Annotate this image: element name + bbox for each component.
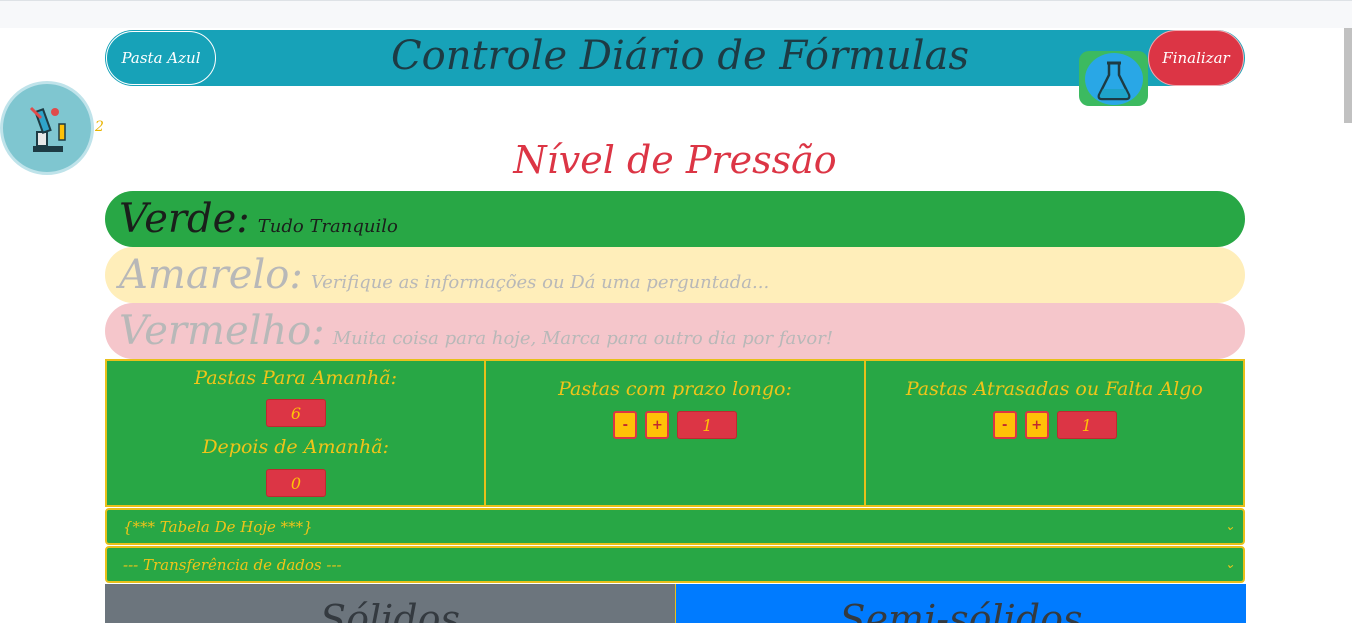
atrasadas-plus-button[interactable]: + xyxy=(1024,411,1049,439)
pasta-azul-button[interactable]: Pasta Azul xyxy=(106,31,216,85)
flask-button[interactable] xyxy=(1079,51,1148,106)
table-select-value: {*** Tabela De Hoje ***} xyxy=(123,517,313,536)
category-solidos-label: Sólidos xyxy=(320,597,460,623)
level-yellow-name: Amarelo: xyxy=(119,252,303,298)
level-green-desc: Tudo Tranquilo xyxy=(257,216,398,237)
prazo-plus-button[interactable]: + xyxy=(645,411,670,439)
browser-top-strip xyxy=(0,0,1352,28)
pressure-section-title: Nível de Pressão xyxy=(513,138,837,182)
category-semi-solidos[interactable]: Semi-sólidos xyxy=(675,584,1246,623)
lab-microscope-avatar[interactable] xyxy=(0,81,94,175)
scrollbar-thumb[interactable] xyxy=(1344,28,1352,123)
transfer-select-value: --- Transferência de dados --- xyxy=(123,555,342,574)
atrasadas-label: Pastas Atrasadas ou Falta Algo xyxy=(905,378,1203,400)
counter-cell-prazo: Pastas com prazo longo: - + 1 xyxy=(486,361,866,505)
folder-counters-table: Pastas Para Amanhã: 6 Depois de Amanhã: … xyxy=(105,359,1245,507)
finalizar-button[interactable]: Finalizar xyxy=(1148,30,1244,86)
level-green: Verde: Tudo Tranquilo xyxy=(105,191,1245,247)
transfer-select[interactable]: --- Transferência de dados --- ⌄ xyxy=(105,546,1245,583)
prazo-minus-button[interactable]: - xyxy=(613,411,638,439)
category-semi-solidos-label: Semi-sólidos xyxy=(839,597,1083,623)
counter-cell-amanha: Pastas Para Amanhã: 6 Depois de Amanhã: … xyxy=(107,361,487,505)
chevron-down-icon: ⌄ xyxy=(1224,557,1235,571)
depois-value[interactable]: 0 xyxy=(266,469,326,497)
microscope-icon xyxy=(29,106,66,152)
level-red-desc: Muita coisa para hoje, Marca para outro … xyxy=(332,328,834,349)
level-red-name: Vermelho: xyxy=(119,308,325,354)
prazo-label: Pastas com prazo longo: xyxy=(558,378,792,400)
amanha-value[interactable]: 6 xyxy=(266,399,326,427)
category-solidos[interactable]: Sólidos xyxy=(105,584,675,623)
table-select[interactable]: {*** Tabela De Hoje ***} ⌄ xyxy=(105,508,1245,545)
level-red: Vermelho: Muita coisa para hoje, Marca p… xyxy=(105,303,1245,359)
atrasadas-minus-button[interactable]: - xyxy=(992,411,1017,439)
atrasadas-value[interactable]: 1 xyxy=(1056,411,1117,439)
counter-cell-atrasadas: Pastas Atrasadas ou Falta Algo - + 1 xyxy=(866,361,1243,505)
level-yellow-desc: Verifique as informações ou Dá uma pergu… xyxy=(310,272,770,293)
page-title: Controle Diário de Fórmulas xyxy=(391,33,969,79)
amanha-label: Pastas Para Amanhã: xyxy=(194,367,398,389)
avatar-count-badge: 2 xyxy=(95,119,104,135)
chevron-down-icon: ⌄ xyxy=(1224,519,1235,533)
prazo-value[interactable]: 1 xyxy=(677,411,738,439)
flask-icon xyxy=(1085,53,1143,105)
depois-label: Depois de Amanhã: xyxy=(202,436,389,458)
level-yellow: Amarelo: Verifique as informações ou Dá … xyxy=(105,247,1245,303)
level-green-name: Verde: xyxy=(119,196,250,242)
